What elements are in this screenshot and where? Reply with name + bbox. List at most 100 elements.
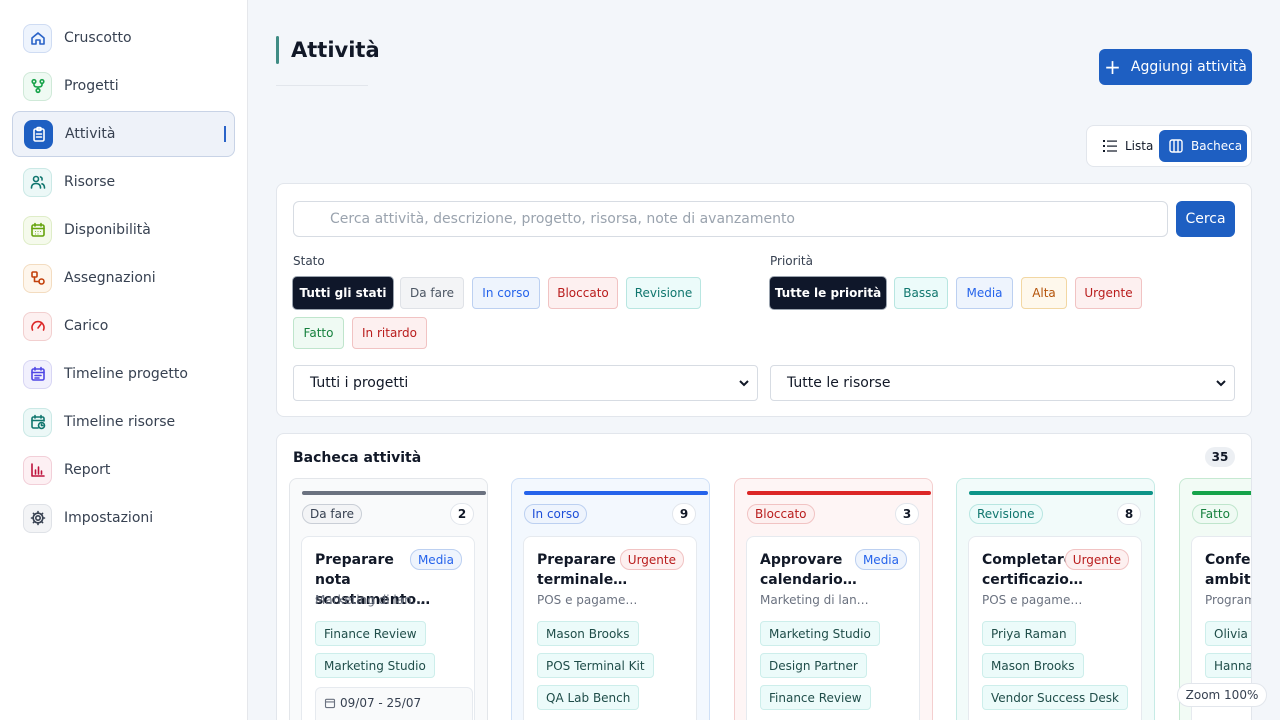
plus-icon: + xyxy=(1104,55,1121,79)
board-column: Revisione 8 Completare certificazio… Urgent… xyxy=(956,478,1155,720)
status-filter-chip[interactable]: In corso xyxy=(472,277,540,309)
resource-tag: Priya Raman xyxy=(982,621,1076,646)
sidebar-item-risorse[interactable]: Risorse xyxy=(12,159,235,205)
column-status-badge: In corso xyxy=(524,504,588,524)
sidebar-item-label: Timeline progetto xyxy=(64,366,188,382)
column-accent xyxy=(747,491,931,495)
resource-tag: Olivia C xyxy=(1205,621,1251,646)
sidebar-item-attivit[interactable]: Attività xyxy=(12,111,235,157)
page-header: Attività xyxy=(276,36,380,86)
status-filter-chip[interactable]: Fatto xyxy=(293,317,344,349)
board-view-label: Bacheca xyxy=(1191,139,1243,153)
calendar-clock-icon xyxy=(23,407,52,437)
column-count-badge: 3 xyxy=(895,503,919,525)
sidebar: Cruscotto Progetti Attività Risorse Disponib… xyxy=(0,0,248,720)
clipboard-icon xyxy=(32,126,45,142)
sidebar-item-carico[interactable]: Carico xyxy=(12,303,235,349)
sidebar-item-progetti[interactable]: Progetti xyxy=(12,63,235,109)
column-accent xyxy=(969,491,1153,495)
resource-select[interactable]: Tutte le risorse xyxy=(770,365,1235,401)
priority-filter-chip[interactable]: Urgente xyxy=(1075,277,1142,309)
task-card[interactable]: Completare certificazio… Urgente POS e pag… xyxy=(968,536,1142,720)
columns-icon xyxy=(1169,139,1183,153)
resource-tag: QA Lab Bench xyxy=(537,685,640,710)
chevron-down-icon xyxy=(1216,380,1226,387)
priority-badge: Media xyxy=(854,549,907,570)
sidebar-item-disponibilit[interactable]: Disponibilità xyxy=(12,207,235,253)
status-filter-chip[interactable]: Tutti gli stati xyxy=(293,277,393,309)
column-accent xyxy=(524,491,708,495)
users-icon xyxy=(23,167,52,197)
resource-tag: Mason Brooks xyxy=(537,621,639,646)
add-task-button[interactable]: + Aggiungi attività xyxy=(1099,49,1252,85)
column-count-badge: 9 xyxy=(672,503,696,525)
search-button[interactable]: Cerca xyxy=(1176,201,1235,237)
list-icon xyxy=(1103,140,1117,152)
assign-icon xyxy=(23,263,52,293)
board-view-button[interactable]: Bacheca xyxy=(1159,130,1247,162)
sidebar-item-timeline-risorse[interactable]: Timeline risorse xyxy=(12,399,235,445)
sidebar-item-label: Assegnazioni xyxy=(64,270,156,286)
gauge-icon xyxy=(30,320,45,331)
status-filter-chip[interactable]: Da fare xyxy=(400,277,464,309)
resource-tag: Design Partner xyxy=(760,653,867,678)
task-project: Program xyxy=(1205,593,1252,607)
task-card[interactable]: Preparare nota scostamento… Media Marketin… xyxy=(301,536,475,720)
column-count-badge: 8 xyxy=(1117,503,1141,525)
board-column: Bloccato 3 Approvare calendario… Media Marke… xyxy=(734,478,933,720)
sidebar-item-cruscotto[interactable]: Cruscotto xyxy=(12,15,235,61)
sidebar-item-impostazioni[interactable]: Impostazioni xyxy=(12,495,235,541)
column-status-badge: Bloccato xyxy=(747,504,815,524)
sidebar-item-assegnazioni[interactable]: Assegnazioni xyxy=(12,255,235,301)
calendar-list-icon xyxy=(23,359,52,389)
sidebar-item-label: Disponibilità xyxy=(64,222,151,238)
search-input[interactable]: Cerca attività, descrizione, progetto, r… xyxy=(293,201,1168,237)
resource-tag: Vendor Success Desk xyxy=(982,685,1128,710)
sidebar-item-label: Report xyxy=(64,462,111,478)
task-date-range: 09/07 - 25/07 xyxy=(340,696,422,710)
resource-select-value: Tutte le risorse xyxy=(787,375,891,391)
column-status-badge: Revisione xyxy=(969,504,1043,524)
sidebar-item-timeline-progetto[interactable]: Timeline progetto xyxy=(12,351,235,397)
status-filter-label: Stato xyxy=(293,254,325,268)
status-filter-chip[interactable]: Revisione xyxy=(626,277,701,309)
branch-icon xyxy=(30,78,45,94)
column-count-badge: 2 xyxy=(450,503,474,525)
priority-filter-label: Priorità xyxy=(770,254,813,268)
task-project: Marketing di lan… xyxy=(315,593,424,607)
task-title: Approvare calendario… xyxy=(760,552,857,588)
sidebar-item-label: Carico xyxy=(64,318,109,334)
status-filter-chip[interactable]: In ritardo xyxy=(352,317,427,349)
task-card[interactable]: Preparare kit terminale… Urgente POS e pag… xyxy=(523,536,697,720)
priority-badge: Media xyxy=(409,549,462,570)
active-indicator xyxy=(224,126,226,142)
priority-filter-chip[interactable]: Alta xyxy=(1021,277,1067,309)
resource-tag: Marketing Studio xyxy=(760,621,880,646)
task-card[interactable]: Approvare calendario… Media Marketing di l… xyxy=(746,536,920,720)
home-icon xyxy=(30,32,45,45)
priority-filter-chip[interactable]: Media xyxy=(956,277,1013,309)
board-title: Bacheca attività xyxy=(293,450,422,466)
gear-icon xyxy=(23,503,52,533)
list-view-button[interactable]: Lista xyxy=(1095,130,1163,162)
sidebar-item-report[interactable]: Report xyxy=(12,447,235,493)
column-status-badge: Fatto xyxy=(1192,504,1238,524)
board-total-badge: 35 xyxy=(1205,447,1235,467)
page-title: Attività xyxy=(291,38,380,62)
priority-badge: Urgente xyxy=(1064,549,1129,570)
resource-tag: Mason Brooks xyxy=(982,653,1084,678)
priority-filter-chip[interactable]: Tutte le priorità xyxy=(770,277,886,309)
chevron-down-icon xyxy=(739,380,749,387)
zoom-indicator[interactable]: Zoom 100% xyxy=(1177,683,1267,707)
home-icon xyxy=(23,23,52,53)
calendar-icon xyxy=(324,698,336,709)
calendar-list-icon xyxy=(30,366,45,381)
priority-filter-chip[interactable]: Bassa xyxy=(894,277,948,309)
status-filter-chip[interactable]: Bloccato xyxy=(548,277,618,309)
column-accent xyxy=(302,491,486,495)
project-select[interactable]: Tutti i progetti xyxy=(293,365,758,401)
view-toggle: Lista Bacheca xyxy=(1086,125,1252,167)
filter-panel: Cerca attività, descrizione, progetto, r… xyxy=(276,183,1252,417)
branch-icon xyxy=(23,71,52,101)
title-accent xyxy=(276,36,279,64)
